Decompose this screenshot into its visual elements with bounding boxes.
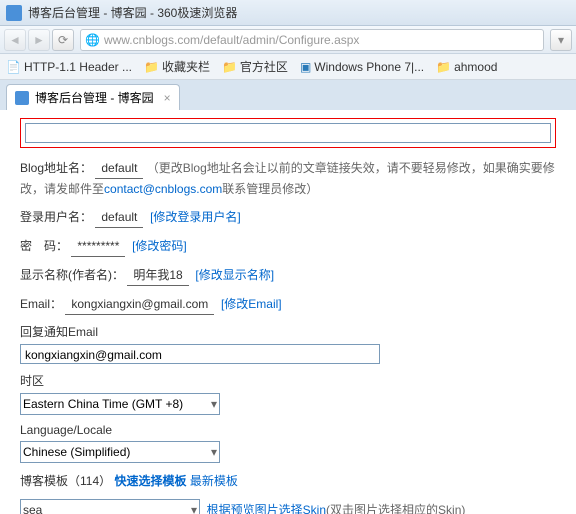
url-text: www.cnblogs.com/default/admin/Configure.… <box>104 33 539 47</box>
highlight-box <box>20 118 556 148</box>
display-name-row: 显示名称(作者名)： 明年我18 [修改显示名称] <box>20 265 556 286</box>
address-bar[interactable]: 🌐 www.cnblogs.com/default/admin/Configur… <box>80 29 544 51</box>
window-title: 博客后台管理 - 博客园 - 360极速浏览器 <box>28 4 237 21</box>
reply-email-input[interactable]: kongxiangxin@gmail.com <box>20 344 380 364</box>
tab-title: 博客后台管理 - 博客园 <box>35 89 154 106</box>
chevron-down-icon: ▾ <box>211 397 217 411</box>
bookmark-item[interactable]: 📁收藏夹栏 <box>144 58 210 75</box>
login-value: default <box>95 207 143 228</box>
reply-email-label: 回复通知Email <box>20 323 556 340</box>
close-icon[interactable]: × <box>164 91 171 105</box>
globe-icon: 🌐 <box>85 33 100 47</box>
password-value: ********* <box>71 236 125 257</box>
back-button[interactable]: ◄ <box>4 29 26 51</box>
blog-addr-value: default <box>95 158 143 179</box>
timezone-label: 时区 <box>20 372 556 389</box>
page-icon: 📄 <box>6 60 21 74</box>
change-email-link[interactable]: [修改Email] <box>221 297 282 311</box>
browser-tab[interactable]: 博客后台管理 - 博客园 × <box>6 84 180 110</box>
skin-row: 博客模板（114） 快速选择模板 最新模板 <box>20 471 556 491</box>
favicon-icon <box>15 91 29 105</box>
page-content: Blog地址名： default （更改Blog地址名会让以前的文章链接失效，请… <box>0 110 576 514</box>
change-password-link[interactable]: [修改密码] <box>132 239 187 253</box>
chevron-down-icon: ▾ <box>191 500 197 514</box>
blog-addr-row: Blog地址名： default （更改Blog地址名会让以前的文章链接失效，请… <box>20 158 556 199</box>
page-icon: ▣ <box>300 60 311 74</box>
browser-navbar: ◄ ► ⟳ 🌐 www.cnblogs.com/default/admin/Co… <box>0 26 576 54</box>
app-icon <box>6 5 22 21</box>
password-row: 密 码： ********* [修改密码] <box>20 236 556 257</box>
folder-icon: 📁 <box>144 60 159 74</box>
tab-bar: 博客后台管理 - 博客园 × <box>0 80 576 110</box>
bookmark-item[interactable]: 📄HTTP-1.1 Header ... <box>6 60 132 74</box>
language-label: Language/Locale <box>20 423 556 437</box>
skin-select[interactable]: sea▾ <box>20 499 200 514</box>
change-login-link[interactable]: [修改登录用户名] <box>150 210 241 224</box>
change-display-link[interactable]: [修改显示名称] <box>195 268 274 282</box>
display-name-value: 明年我18 <box>127 265 188 286</box>
bookmark-item[interactable]: ▣Windows Phone 7|... <box>300 60 424 74</box>
skin-preview-link[interactable]: 根据预览图片选择Skin <box>207 503 326 514</box>
forward-button[interactable]: ► <box>28 29 50 51</box>
contact-link[interactable]: contact@cnblogs.com <box>104 182 222 196</box>
chevron-down-icon: ▾ <box>211 445 217 459</box>
window-titlebar: 博客后台管理 - 博客园 - 360极速浏览器 <box>0 0 576 26</box>
bookmarks-bar: 📄HTTP-1.1 Header ... 📁收藏夹栏 📁官方社区 ▣Window… <box>0 54 576 80</box>
title-input[interactable] <box>25 123 551 143</box>
bookmark-item[interactable]: 📁ahmood <box>436 60 497 74</box>
menu-button[interactable]: ▾ <box>550 29 572 51</box>
skin-select-row: sea▾ 根据预览图片选择Skin(双击图片选择相应的Skin) <box>20 499 556 514</box>
reload-button[interactable]: ⟳ <box>52 29 74 51</box>
folder-icon: 📁 <box>222 60 237 74</box>
email-value: kongxiangxin@gmail.com <box>65 294 214 315</box>
login-row: 登录用户名： default [修改登录用户名] <box>20 207 556 228</box>
timezone-select[interactable]: Eastern China Time (GMT +8)▾ <box>20 393 220 415</box>
latest-skin-link[interactable]: 最新模板 <box>190 474 238 488</box>
quick-skin-link[interactable]: 快速选择模板 <box>114 474 186 488</box>
bookmark-item[interactable]: 📁官方社区 <box>222 58 288 75</box>
folder-icon: 📁 <box>436 60 451 74</box>
language-select[interactable]: Chinese (Simplified)▾ <box>20 441 220 463</box>
email-row: Email： kongxiangxin@gmail.com [修改Email] <box>20 294 556 315</box>
